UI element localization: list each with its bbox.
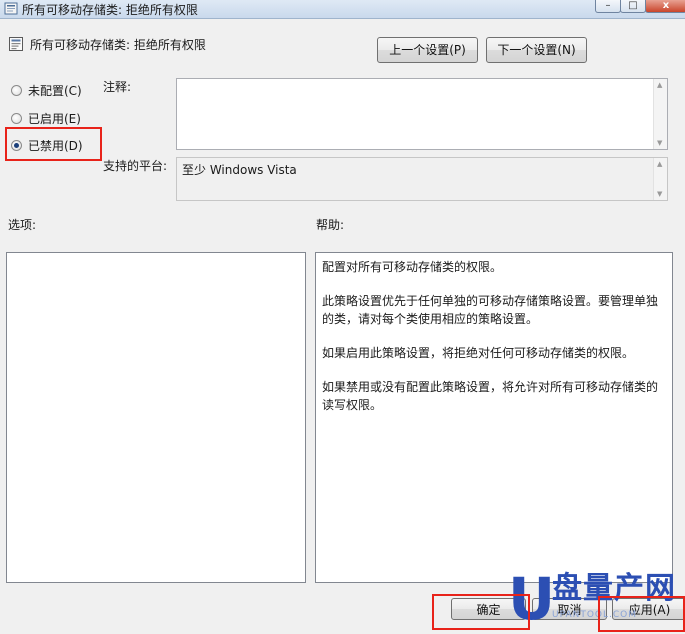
help-pane: 配置对所有可移动存储类的权限。 此策略设置优先于任何单独的可移动存储策略设置。要… xyxy=(315,252,673,583)
policy-icon xyxy=(4,2,18,15)
options-pane xyxy=(6,252,306,583)
comment-scrollbar[interactable]: ▲ ▼ xyxy=(653,79,667,149)
title-bar: 所有可移动存储类: 拒绝所有权限 xyxy=(0,0,685,19)
scroll-up-icon[interactable]: ▲ xyxy=(657,160,662,168)
annotation-highlight-disabled xyxy=(5,127,102,161)
policy-name: 所有可移动存储类: 拒绝所有权限 xyxy=(30,38,206,52)
close-button[interactable]: x xyxy=(645,0,685,13)
radio-label: 已启用(E) xyxy=(28,111,81,126)
radio-not-configured[interactable]: 未配置(C) xyxy=(11,82,82,98)
scroll-down-icon[interactable]: ▼ xyxy=(657,190,662,198)
help-paragraph: 配置对所有可移动存储类的权限。 xyxy=(322,260,503,274)
radio-enabled[interactable]: 已启用(E) xyxy=(11,110,81,126)
minimize-button[interactable]: – xyxy=(595,0,621,13)
annotation-highlight-apply xyxy=(598,596,685,632)
help-label: 帮助: xyxy=(316,218,345,232)
platform-label: 支持的平台: xyxy=(103,159,168,173)
annotation-highlight-ok xyxy=(432,594,530,630)
radio-label: 未配置(C) xyxy=(28,83,82,98)
comment-textarea[interactable]: ▲ ▼ xyxy=(176,78,668,150)
radio-button[interactable] xyxy=(11,84,22,96)
scroll-down-icon[interactable]: ▼ xyxy=(657,139,662,147)
options-label: 选项: xyxy=(8,218,37,232)
scroll-up-icon[interactable]: ▲ xyxy=(657,81,662,89)
help-paragraph: 此策略设置优先于任何单独的可移动存储策略设置。要管理单独的类，请对每个类使用相应… xyxy=(322,294,659,326)
next-setting-button[interactable]: 下一个设置(N) xyxy=(486,37,587,63)
policy-setting-icon xyxy=(9,37,23,51)
previous-setting-button[interactable]: 上一个设置(P) xyxy=(377,37,478,63)
window-title: 所有可移动存储类: 拒绝所有权限 xyxy=(22,3,198,17)
platform-scrollbar[interactable]: ▲ ▼ xyxy=(653,158,667,200)
radio-button[interactable] xyxy=(11,112,22,124)
help-paragraph: 如果启用此策略设置，将拒绝对任何可移动存储类的权限。 xyxy=(322,346,635,360)
platform-field: 至少 Windows Vista ▲ ▼ xyxy=(176,157,668,201)
platform-value: 至少 Windows Vista xyxy=(182,163,297,177)
maximize-button[interactable]: □ xyxy=(620,0,646,13)
help-paragraph: 如果禁用或没有配置此策略设置，将允许对所有可移动存储类的读写权限。 xyxy=(322,380,659,412)
comment-label: 注释: xyxy=(103,80,132,94)
